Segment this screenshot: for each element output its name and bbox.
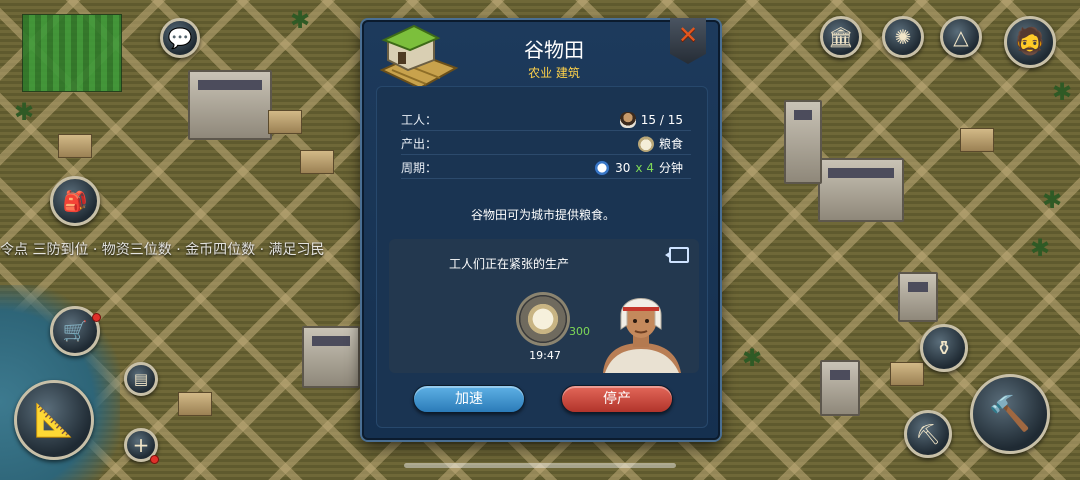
stat-row-workers: 工人： 15 / 15 — [401, 109, 691, 131]
notification-dot — [150, 455, 159, 464]
map-building[interactable] — [820, 360, 860, 416]
map-hut[interactable] — [890, 362, 924, 386]
cycle-amount: 30 — [615, 161, 631, 175]
speed-up-button[interactable]: 加速 — [413, 385, 525, 413]
home-indicator[interactable] — [404, 463, 676, 468]
info-panel: 工人： 15 / 15 产出： 粮食 周期： 30 x 4 分钟 工人们正在紧张 — [376, 86, 708, 428]
output-label: 产出： — [401, 137, 438, 151]
backpack-button[interactable]: 🎒 — [50, 176, 100, 226]
add-icon: + — [132, 433, 150, 457]
dialog-title: 谷物田 — [524, 38, 584, 62]
terrain-layer-icon: ▤ — [133, 369, 149, 388]
build-menu-button[interactable]: 📐 — [14, 380, 94, 460]
clock-icon — [594, 160, 611, 176]
building-info-dialog: 谷物田 农业 建筑 ✕ 工人： 15 / 15 产出： 粮食 周期： 30 x … — [362, 18, 720, 440]
news-ticker: 令点 三防到位 · 物资三位数 · 金币四位数 · 满足习民 — [0, 242, 325, 258]
advisor-portrait-icon: 🧔 — [1013, 27, 1047, 57]
notification-dot — [92, 313, 101, 322]
output-value: 粮食 — [658, 137, 683, 151]
production-panel: 工人们正在紧张的生产 300 19:47 — [389, 239, 699, 373]
map-building[interactable] — [302, 326, 360, 388]
workers-label: 工人： — [401, 113, 438, 127]
grain-output-icon — [519, 295, 567, 343]
compass-button[interactable]: ✺ — [882, 16, 924, 58]
palm-tree-icon: ✱ — [1029, 234, 1051, 262]
chat-icon: 💬 — [167, 26, 193, 50]
grain-icon — [637, 136, 654, 152]
palm-tree-icon: ✱ — [1051, 78, 1073, 106]
advisor-avatar[interactable]: 🧔 — [1004, 16, 1056, 68]
cycle-label: 周期： — [401, 161, 438, 175]
production-status: 工人们正在紧张的生产 — [448, 257, 569, 271]
stat-row-cycle: 周期： 30 x 4 分钟 — [401, 157, 691, 179]
shovel-button[interactable]: ⛏ — [904, 410, 952, 458]
map-hut[interactable] — [300, 150, 334, 174]
temple-event-button[interactable]: 🏛 — [820, 16, 862, 58]
palm-tree-icon: ✱ — [1041, 186, 1063, 214]
building-description: 谷物田可为城市提供粮食。 — [470, 208, 615, 222]
backpack-icon: 🎒 — [62, 189, 88, 213]
palm-tree-icon: ✱ — [13, 98, 35, 126]
cycle-unit: 分钟 — [658, 161, 683, 175]
worker-portrait-icon — [603, 298, 681, 373]
palm-tree-icon: ✱ — [741, 344, 763, 372]
palm-tree-icon: ✱ — [289, 6, 311, 34]
hammer-button[interactable]: 🔨 — [970, 374, 1050, 454]
output-amount: 300 — [569, 325, 590, 338]
close-button[interactable]: ✕ — [670, 18, 706, 64]
map-building[interactable] — [818, 158, 904, 222]
chat-button[interactable]: 💬 — [160, 18, 200, 58]
building-category: 农业 建筑 — [528, 66, 580, 80]
workers-value: 15 / 15 — [640, 113, 683, 127]
map-building[interactable] — [898, 272, 938, 322]
map-hut[interactable] — [960, 128, 994, 152]
close-x-icon: ✕ — [677, 21, 699, 49]
production-timer: 19:47 — [529, 349, 561, 362]
layer-toggle-button[interactable]: ▤ — [124, 362, 158, 396]
map-hut[interactable] — [58, 134, 92, 158]
vase-button[interactable]: ⚱ — [920, 324, 968, 372]
market-cart-icon: 🛒 — [62, 319, 88, 343]
stat-row-output: 产出： 粮食 — [401, 133, 691, 155]
map-building[interactable] — [188, 70, 272, 140]
hammer-icon: 🔨 — [988, 394, 1032, 434]
worker-icon — [619, 112, 636, 128]
cycle-multiplier: x 4 — [635, 161, 654, 175]
pyramid-icon: △ — [953, 25, 969, 49]
map-hut[interactable] — [268, 110, 302, 134]
compass-icon: ✺ — [894, 25, 912, 49]
map-hut[interactable] — [178, 392, 212, 416]
vase-icon: ⚱ — [935, 336, 953, 360]
stop-production-button[interactable]: 停产 — [561, 385, 673, 413]
repeat-icon[interactable] — [665, 247, 689, 263]
shovel-icon: ⛏ — [915, 422, 941, 446]
blueprint-compass-icon: 📐 — [34, 401, 74, 439]
map-building[interactable] — [784, 100, 822, 184]
minimap-area[interactable] — [22, 14, 122, 92]
temple-event-icon: 🏛 — [828, 25, 854, 49]
pyramid-button[interactable]: △ — [940, 16, 982, 58]
